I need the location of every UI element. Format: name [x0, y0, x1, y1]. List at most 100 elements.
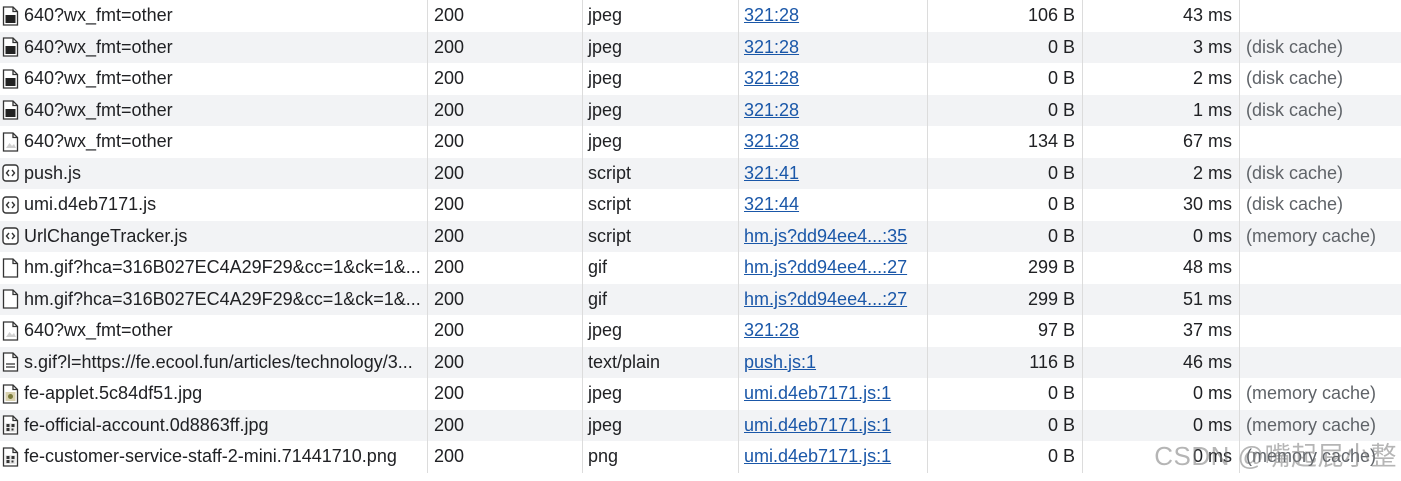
type-cell: jpeg [583, 31, 739, 63]
name-cell[interactable]: fe-official-account.0d8863ff.jpg [0, 409, 428, 441]
type-cell: gif [583, 252, 739, 284]
initiator-cell: 321:41 [739, 157, 928, 189]
name-cell[interactable]: UrlChangeTracker.js [0, 220, 428, 252]
initiator-link[interactable]: hm.js?dd94ee4...:35 [744, 226, 907, 247]
request-row[interactable]: 640?wx_fmt=other 200 jpeg 321:28 0 B3 ms (dis… [0, 31, 1401, 63]
script-icon [2, 195, 19, 215]
name-cell[interactable]: fe-applet.5c84df51.jpg [0, 378, 428, 410]
initiator-link[interactable]: 321:28 [744, 100, 799, 121]
initiator-link[interactable]: 321:28 [744, 37, 799, 58]
initiator-link[interactable]: 321:28 [744, 68, 799, 89]
initiator-cell: 321:28 [739, 0, 928, 32]
time-cell: 0 ms [1083, 220, 1240, 252]
initiator-link[interactable]: umi.d4eb7171.js:1 [744, 446, 891, 467]
request-name: fe-applet.5c84df51.jpg [24, 383, 203, 404]
request-row[interactable]: umi.d4eb7171.js 200 script 321:44 0 B 30 ms (d… [0, 189, 1401, 221]
initiator-link[interactable]: hm.js?dd94ee4...:27 [744, 289, 907, 310]
name-cell[interactable]: 640?wx_fmt=other [0, 31, 428, 63]
status-cell: 200 [428, 378, 583, 410]
size-cell: 0 B [928, 31, 1083, 63]
request-name: umi.d4eb7171.js [24, 194, 157, 215]
size-cell: 134 B [928, 126, 1083, 158]
size-cell: 97 B [928, 315, 1083, 347]
status-cell: 200 [428, 283, 583, 315]
request-row[interactable]: 640?wx_fmt=other 200 jpeg 321:28 134 B 67 ms [0, 126, 1401, 158]
status-cell: 200 [428, 94, 583, 126]
image-dark-icon [2, 69, 19, 89]
text-file-icon [2, 352, 19, 372]
type-cell: script [583, 189, 739, 221]
image-dark-icon [2, 6, 19, 26]
request-name: fe-customer-service-staff-2-mini.7144171… [24, 446, 397, 467]
qr-thumb-icon [2, 447, 19, 467]
cache-note-cell: (disk cache) [1246, 36, 1344, 57]
request-name: 640?wx_fmt=other [24, 36, 173, 57]
name-cell[interactable]: hm.gif?hca=316B027EC4A29F29&cc=1&ck=1&..… [0, 252, 428, 284]
cache-note-cell [1240, 0, 1401, 32]
script-icon [2, 226, 19, 246]
name-cell[interactable]: 640?wx_fmt=other [0, 126, 428, 158]
initiator-link[interactable]: 321:28 [744, 5, 799, 26]
initiator-link[interactable]: 321:44 [744, 194, 799, 215]
name-cell[interactable]: 640?wx_fmt=other [0, 0, 428, 32]
request-name: 640?wx_fmt=other [24, 68, 173, 89]
type-cell: jpeg [583, 0, 739, 32]
name-cell[interactable]: fe-customer-service-staff-2-mini.7144171… [0, 441, 428, 473]
request-row[interactable]: hm.gif?hca=316B027EC4A29F29&cc=1&ck=1&..… [0, 252, 1401, 284]
name-cell[interactable]: hm.gif?hca=316B027EC4A29F29&cc=1&ck=1&..… [0, 283, 428, 315]
initiator-link[interactable]: umi.d4eb7171.js:1 [744, 383, 891, 404]
size-cell: 106 B [928, 0, 1083, 32]
request-row[interactable]: s.gif?l=https://fe.ecool.fun/articles/te… [0, 346, 1401, 379]
cache-note-cell [1240, 347, 1401, 379]
request-row[interactable]: push.js 200 script 321:41 0 B2 ms (disk cache… [0, 157, 1401, 189]
type-cell: jpeg [583, 126, 739, 158]
initiator-cell: umi.d4eb7171.js:1 [739, 441, 928, 473]
request-row[interactable]: 640?wx_fmt=other 200 jpeg 321:28 0 B2 ms (dis… [0, 63, 1401, 95]
request-row[interactable]: 640?wx_fmt=other 200 jpeg 321:28 0 B1 ms (dis… [0, 94, 1401, 126]
request-row[interactable]: 640?wx_fmt=other 200 jpeg 321:28 97 B 37 ms [0, 315, 1401, 347]
type-cell: text/plain [583, 346, 739, 378]
name-cell[interactable]: s.gif?l=https://fe.ecool.fun/articles/te… [0, 346, 428, 378]
size-cell: 116 B [928, 346, 1083, 378]
time-cell: 51 ms [1083, 283, 1240, 315]
status-cell: 200 [428, 63, 583, 95]
type-cell: png [583, 441, 739, 473]
cache-note-cell [1240, 284, 1401, 316]
initiator-cell: 321:28 [739, 94, 928, 126]
name-cell[interactable]: push.js [0, 157, 428, 189]
cache-note-cell: (disk cache) [1246, 68, 1344, 89]
initiator-cell: 321:44 [739, 189, 928, 221]
request-row[interactable]: fe-applet.5c84df51.jpg 200 jpeg umi.d4eb717… [0, 378, 1401, 410]
initiator-link[interactable]: push.js:1 [744, 352, 816, 373]
type-cell: script [583, 220, 739, 252]
type-cell: script [583, 157, 739, 189]
status-cell: 200 [428, 441, 583, 473]
initiator-cell: hm.js?dd94ee4...:27 [739, 252, 928, 284]
initiator-link[interactable]: 321:28 [744, 320, 799, 341]
name-cell[interactable]: 640?wx_fmt=other [0, 94, 428, 126]
name-cell[interactable]: umi.d4eb7171.js [0, 189, 428, 221]
status-cell: 200 [428, 189, 583, 221]
initiator-link[interactable]: umi.d4eb7171.js:1 [744, 415, 891, 436]
size-cell: 0 B [928, 157, 1083, 189]
image-dark-icon [2, 37, 19, 57]
request-name: s.gif?l=https://fe.ecool.fun/articles/te… [24, 351, 413, 372]
status-cell: 200 [428, 0, 583, 32]
request-row[interactable]: hm.gif?hca=316B027EC4A29F29&cc=1&ck=1&..… [0, 283, 1401, 316]
initiator-link[interactable]: 321:41 [744, 163, 799, 184]
document-icon [2, 289, 19, 309]
request-name: hm.gif?hca=316B027EC4A29F29&cc=1&ck=1&..… [24, 288, 421, 309]
initiator-link[interactable]: 321:28 [744, 131, 799, 152]
cache-note-cell [1240, 252, 1401, 284]
name-cell[interactable]: 640?wx_fmt=other [0, 315, 428, 347]
request-row[interactable]: 640?wx_fmt=other 200 jpeg 321:28 106 B 43 ms [0, 0, 1401, 32]
initiator-cell: hm.js?dd94ee4...:35 [739, 220, 928, 252]
type-cell: gif [583, 283, 739, 315]
csdn-watermark: CSDN @嘴起屁小整 [1154, 441, 1397, 471]
image-light-icon [2, 132, 19, 152]
name-cell[interactable]: 640?wx_fmt=other [0, 63, 428, 95]
initiator-cell: 321:28 [739, 31, 928, 63]
initiator-link[interactable]: hm.js?dd94ee4...:27 [744, 257, 907, 278]
request-row[interactable]: UrlChangeTracker.js 200 script hm.js?dd94ee… [0, 220, 1401, 252]
time-cell: 3 ms [1083, 31, 1240, 63]
